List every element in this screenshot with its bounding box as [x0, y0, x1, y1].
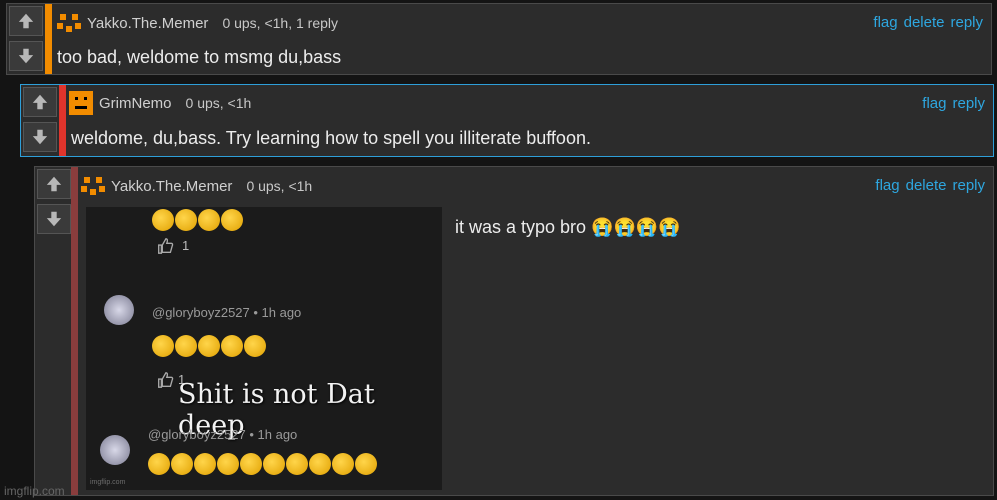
- emoji-icon: [175, 335, 197, 357]
- meme-username: @gloryboyz2527 • 1h ago: [152, 305, 302, 320]
- arrow-down-icon: [32, 129, 48, 145]
- avatar: [81, 174, 105, 198]
- emoji-icon: [152, 209, 174, 231]
- delete-link[interactable]: delete: [906, 177, 947, 194]
- flag-link[interactable]: flag: [873, 14, 897, 31]
- vote-controls: [21, 85, 57, 152]
- arrow-up-icon: [32, 94, 48, 110]
- comment-image[interactable]: 1 @gloryboyz2527 • 1h ago 1 Shit is not …: [86, 207, 442, 490]
- comment-text: weldome, du,bass. Try learning how to sp…: [71, 128, 591, 148]
- downvote-button[interactable]: [23, 122, 57, 152]
- comment-accent-bar: [71, 167, 78, 495]
- comment-header: Yakko.The.Memer 0 ups, <1h, 1 reply: [57, 11, 338, 35]
- comment-text: it was a typo bro 😭😭😭😭: [455, 217, 681, 237]
- comment-1: Yakko.The.Memer 0 ups, <1h, 1 reply flag…: [6, 3, 992, 75]
- image-watermark: imgflip.com: [90, 479, 126, 486]
- meme-username: @gloryboyz2527 • 1h ago: [148, 427, 298, 442]
- vote-controls: [35, 167, 71, 234]
- downvote-button[interactable]: [37, 204, 71, 234]
- downvote-button[interactable]: [9, 41, 43, 71]
- flag-link[interactable]: flag: [875, 177, 899, 194]
- emoji-icon: [355, 453, 377, 475]
- emoji-icon: [332, 453, 354, 475]
- emoji-icon: [244, 335, 266, 357]
- comment-actions: flag reply: [922, 95, 985, 112]
- vote-controls: [7, 4, 43, 71]
- emoji-icon: [221, 335, 243, 357]
- upvote-button[interactable]: [9, 6, 43, 36]
- comment-2: GrimNemo 0 ups, <1h flag reply weldome, …: [20, 84, 994, 157]
- avatar: [100, 435, 130, 465]
- emoji-row-bottom: [148, 453, 377, 475]
- site-watermark: imgflip.com: [4, 484, 65, 498]
- emoji-icon: [148, 453, 170, 475]
- emoji-icon: [194, 453, 216, 475]
- like-count: 1: [182, 238, 190, 253]
- username[interactable]: GrimNemo: [99, 95, 172, 112]
- comment-accent-bar: [59, 85, 66, 156]
- arrow-down-icon: [46, 211, 62, 227]
- emoji-icon: [171, 453, 193, 475]
- reply-link[interactable]: reply: [952, 95, 985, 112]
- emoji-icon: [198, 209, 220, 231]
- comment-actions: flag delete reply: [873, 14, 983, 31]
- delete-link[interactable]: delete: [904, 14, 945, 31]
- reply-link[interactable]: reply: [952, 177, 985, 194]
- comment-header: GrimNemo 0 ups, <1h: [69, 91, 251, 115]
- comment-accent-bar: [45, 4, 52, 74]
- comment-meta: 0 ups, <1h, 1 reply: [222, 15, 339, 31]
- emoji-icon: [217, 453, 239, 475]
- thumbs-up-icon: [158, 238, 174, 254]
- username[interactable]: Yakko.The.Memer: [111, 178, 232, 195]
- upvote-button[interactable]: [23, 87, 57, 117]
- arrow-up-icon: [46, 176, 62, 192]
- emoji-icon: [175, 209, 197, 231]
- reply-link[interactable]: reply: [950, 14, 983, 31]
- comment-header: Yakko.The.Memer 0 ups, <1h: [81, 174, 312, 198]
- emoji-row-middle: [152, 335, 266, 357]
- username[interactable]: Yakko.The.Memer: [87, 15, 208, 32]
- emoji-icon: [152, 335, 174, 357]
- emoji-row-top: [152, 209, 243, 231]
- emoji-icon: [309, 453, 331, 475]
- emoji-icon: [240, 453, 262, 475]
- emoji-icon: [286, 453, 308, 475]
- flag-link[interactable]: flag: [922, 95, 946, 112]
- emoji-icon: [221, 209, 243, 231]
- comment-text: too bad, weldome to msmg du,bass: [57, 47, 342, 67]
- upvote-button[interactable]: [37, 169, 71, 199]
- arrow-down-icon: [18, 48, 34, 64]
- arrow-up-icon: [18, 13, 34, 29]
- avatar: [69, 91, 93, 115]
- emoji-icon: [198, 335, 220, 357]
- avatar: [57, 11, 81, 35]
- emoji-icon: [263, 453, 285, 475]
- comment-actions: flag delete reply: [875, 177, 985, 194]
- thumbs-up-icon: [158, 372, 174, 388]
- comment-meta: 0 ups, <1h: [185, 95, 252, 111]
- avatar: [104, 295, 134, 325]
- comment-meta: 0 ups, <1h: [246, 178, 313, 194]
